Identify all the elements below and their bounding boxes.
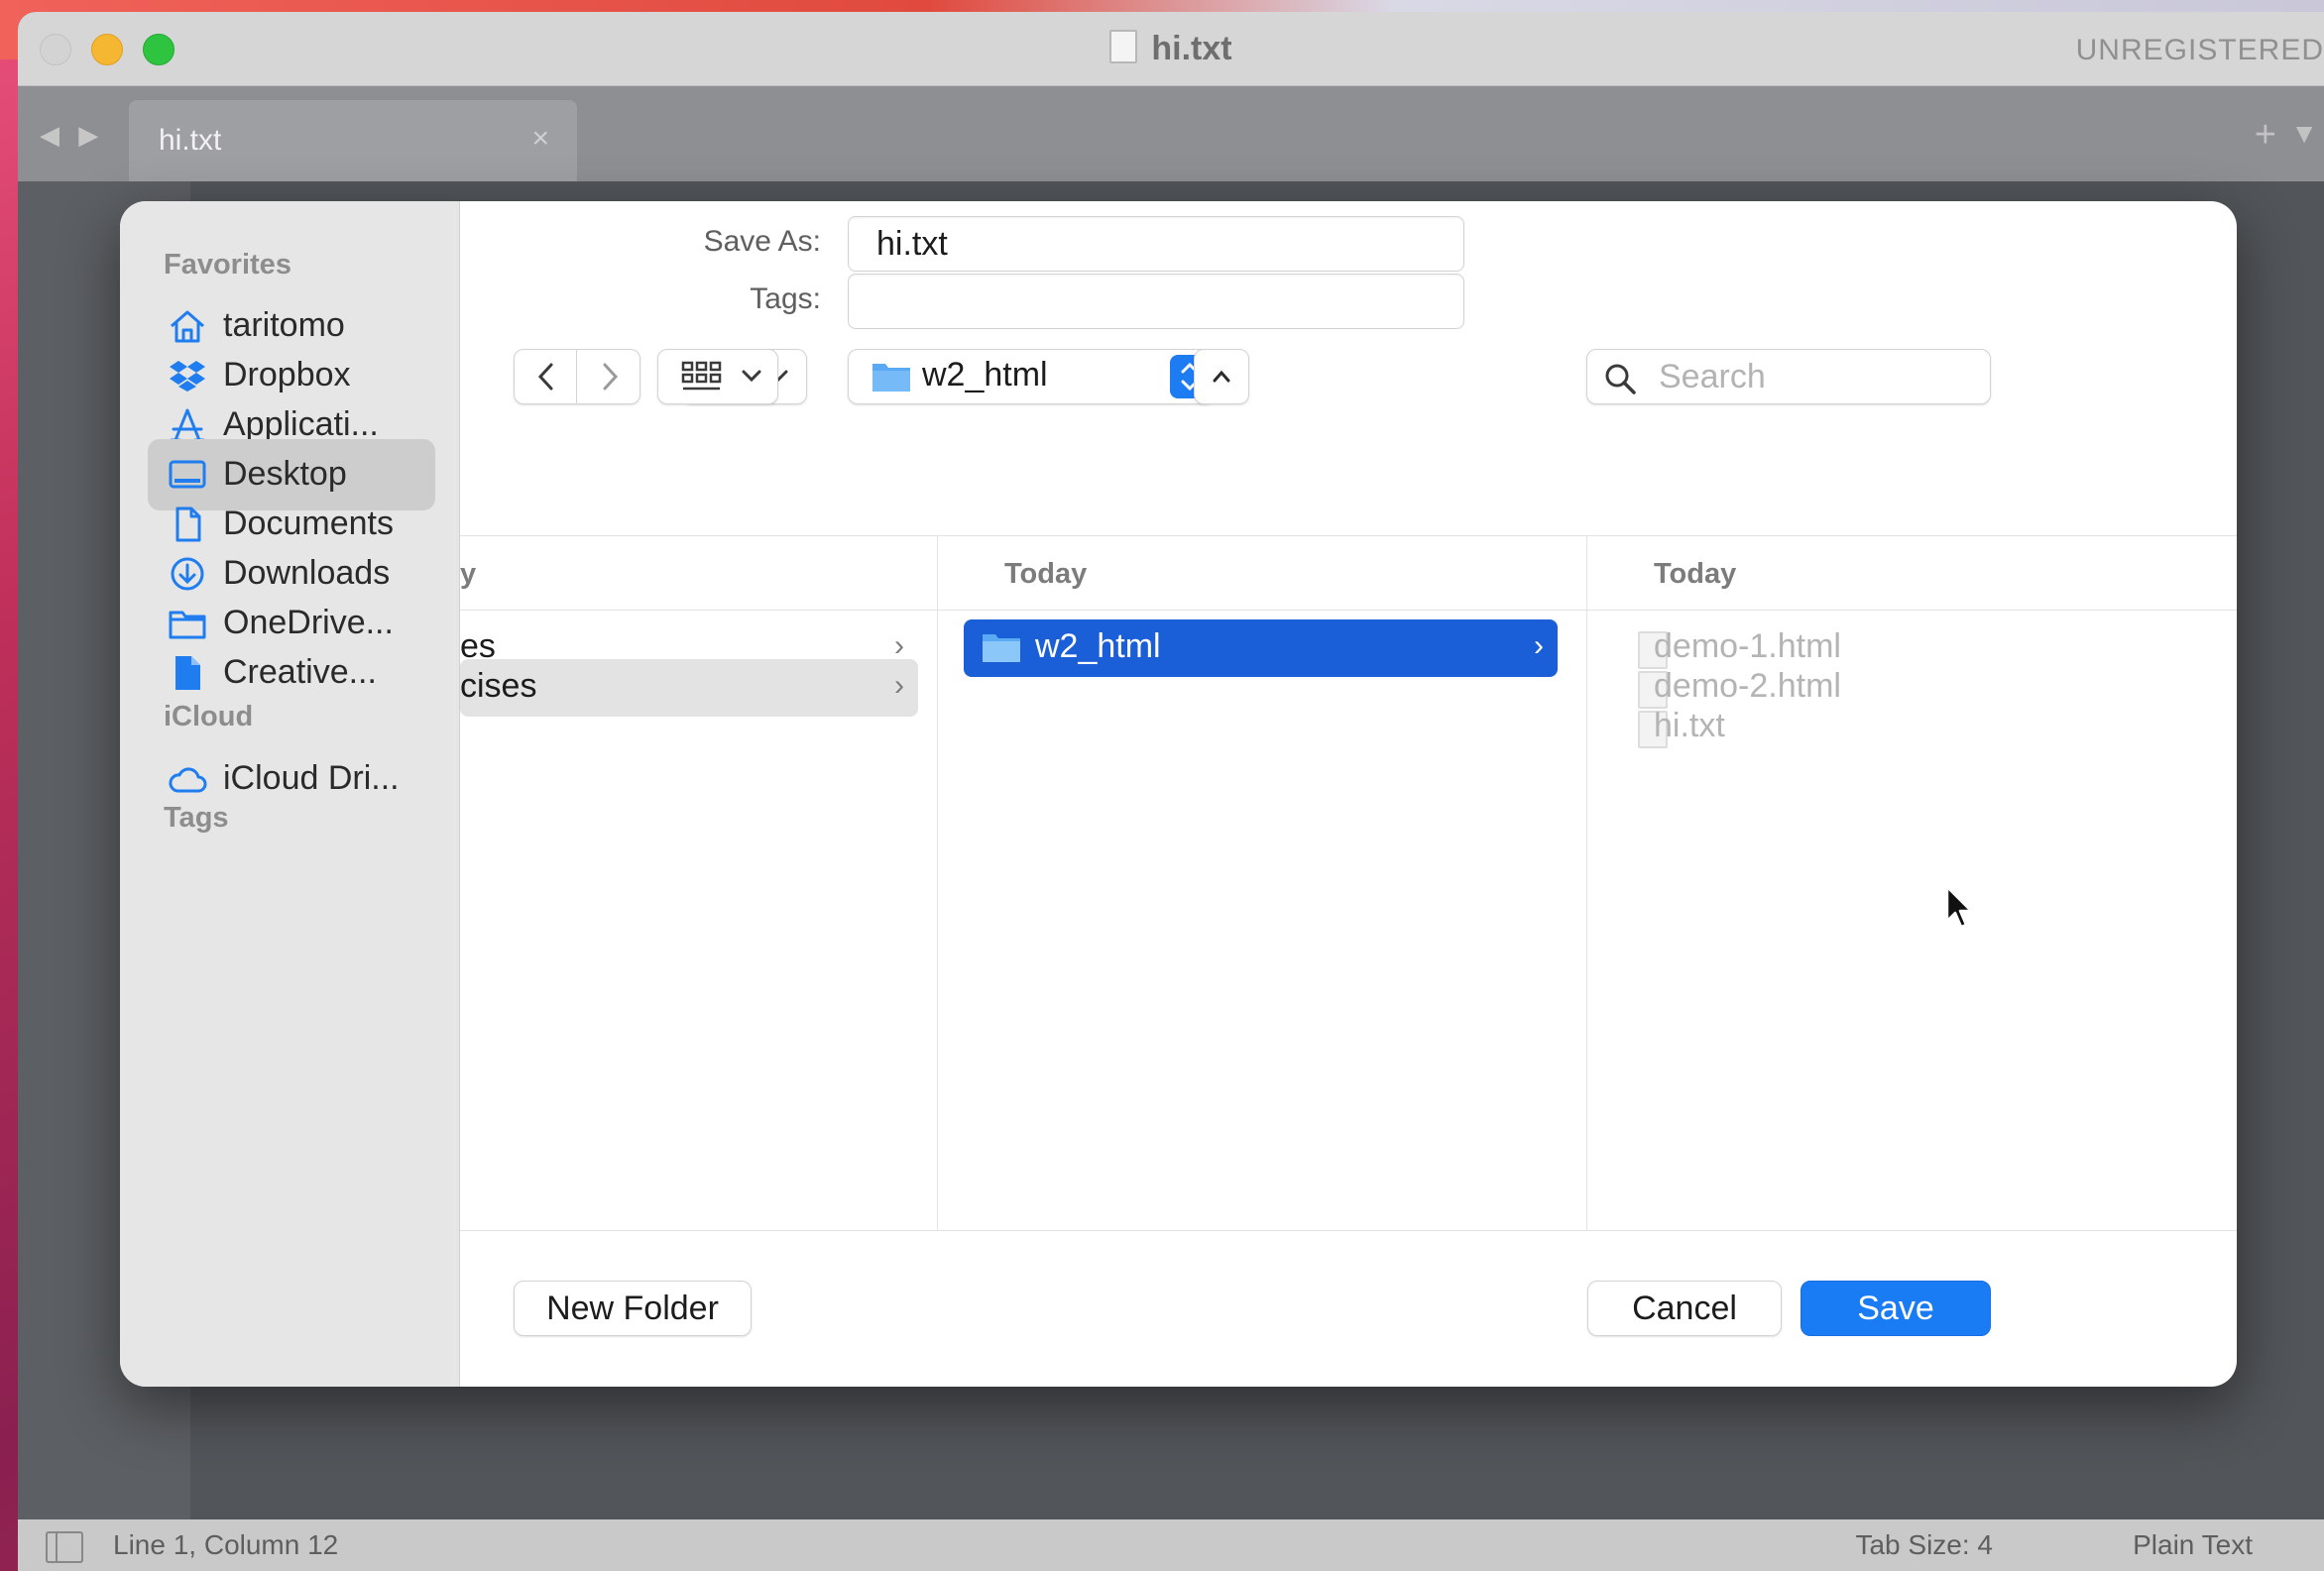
tab-navigation-arrows[interactable]: ◀ ▶ <box>40 120 104 151</box>
location-popup[interactable]: w2_html <box>848 349 1215 404</box>
window-title-text: hi.txt <box>1151 30 1232 67</box>
window-title: hi.txt <box>18 30 2324 68</box>
icloud-heading: iCloud <box>164 701 254 732</box>
sidebar-item-creative[interactable]: Creative... <box>148 637 435 709</box>
search-placeholder: Search <box>1659 358 1766 395</box>
tab-hi-txt[interactable]: hi.txt × <box>129 100 577 181</box>
status-bar: Line 1, Column 12 Tab Size: 4 Plain Text <box>18 1519 2324 1571</box>
tags-heading: Tags <box>164 802 229 834</box>
search-field[interactable]: Search <box>1586 349 1991 404</box>
save-as-field[interactable]: hi.txt <box>848 216 1464 272</box>
save-as-label: Save As: <box>703 225 821 258</box>
applications-icon <box>170 408 205 442</box>
cloud-icon <box>169 767 207 793</box>
grid-icon <box>681 361 722 391</box>
column-browser: y es › cises › Today w2_html › Today dem… <box>460 535 2237 1231</box>
column-header: Today <box>1586 536 2237 611</box>
back-icon[interactable] <box>534 362 558 392</box>
sidebar-item-label: iCloud Dri... <box>223 759 400 797</box>
document-icon <box>175 506 201 542</box>
collapse-button[interactable] <box>1194 349 1249 404</box>
tab-close-icon[interactable]: × <box>531 122 549 156</box>
browser-column-1: y es › cises › <box>460 536 938 1230</box>
sidebar-toggle-icon[interactable] <box>46 1531 83 1563</box>
document-icon <box>1109 30 1138 63</box>
dropbox-icon <box>170 361 205 392</box>
location-label: w2_html <box>922 356 1048 393</box>
list-item[interactable]: cises › <box>460 659 918 717</box>
folder-icon <box>169 611 206 639</box>
unregistered-label: UNREGISTERED <box>2075 34 2324 66</box>
save-dialog: Favorites taritomo Dropbox Applicati... … <box>120 201 2237 1387</box>
mouse-cursor-icon <box>1945 885 1973 929</box>
tags-field[interactable] <box>848 274 1464 329</box>
tab-size-selector[interactable]: Tab Size: 4 <box>1855 1529 1993 1561</box>
browser-column-3: Today demo-1.html demo-2.html hi.txt <box>1586 536 2237 1230</box>
folder-icon <box>872 364 910 392</box>
dialog-sidebar: Favorites taritomo Dropbox Applicati... … <box>120 201 460 1387</box>
cancel-button[interactable]: Cancel <box>1587 1281 1782 1336</box>
group-by-button[interactable] <box>657 349 778 404</box>
search-icon <box>1605 364 1636 394</box>
downloads-icon <box>171 557 204 591</box>
chevron-down-icon <box>742 370 761 383</box>
back-forward-buttons <box>514 349 640 404</box>
sidebar-item-label: Creative... <box>223 653 377 691</box>
chevron-up-icon <box>1213 370 1230 383</box>
chevron-right-icon: › <box>1534 629 1544 662</box>
list-item-selected[interactable]: w2_html › <box>964 619 1558 677</box>
save-button[interactable]: Save <box>1801 1281 1991 1336</box>
favorites-heading: Favorites <box>164 249 291 281</box>
file-icon <box>175 656 200 690</box>
chevron-right-icon: › <box>894 629 904 662</box>
browser-column-2: Today w2_html › <box>937 536 1587 1230</box>
desktop-icon <box>169 460 206 489</box>
tab-menu-icon[interactable]: ▼ <box>2290 118 2318 150</box>
new-folder-button[interactable]: New Folder <box>514 1281 752 1336</box>
forward-icon[interactable] <box>598 362 622 392</box>
title-bar: hi.txt UNREGISTERED <box>18 12 2324 86</box>
tags-label: Tags: <box>750 282 821 315</box>
list-item: hi.txt <box>1634 699 2189 756</box>
folder-icon <box>983 634 1020 662</box>
home-icon <box>171 310 204 343</box>
tab-label: hi.txt <box>159 124 222 157</box>
syntax-selector[interactable]: Plain Text <box>2133 1529 2253 1561</box>
dialog-main: Save As: hi.txt Tags: w2_html Search y e… <box>460 201 2237 1387</box>
cursor-position: Line 1, Column 12 <box>113 1529 339 1560</box>
tab-bar: ◀ ▶ hi.txt × + ▼ <box>18 86 2324 181</box>
new-tab-button[interactable]: + <box>2255 114 2276 157</box>
chevron-right-icon: › <box>894 669 904 702</box>
save-as-value: hi.txt <box>876 225 948 263</box>
column-header: Today <box>937 536 1586 611</box>
column-header: y <box>460 536 937 611</box>
